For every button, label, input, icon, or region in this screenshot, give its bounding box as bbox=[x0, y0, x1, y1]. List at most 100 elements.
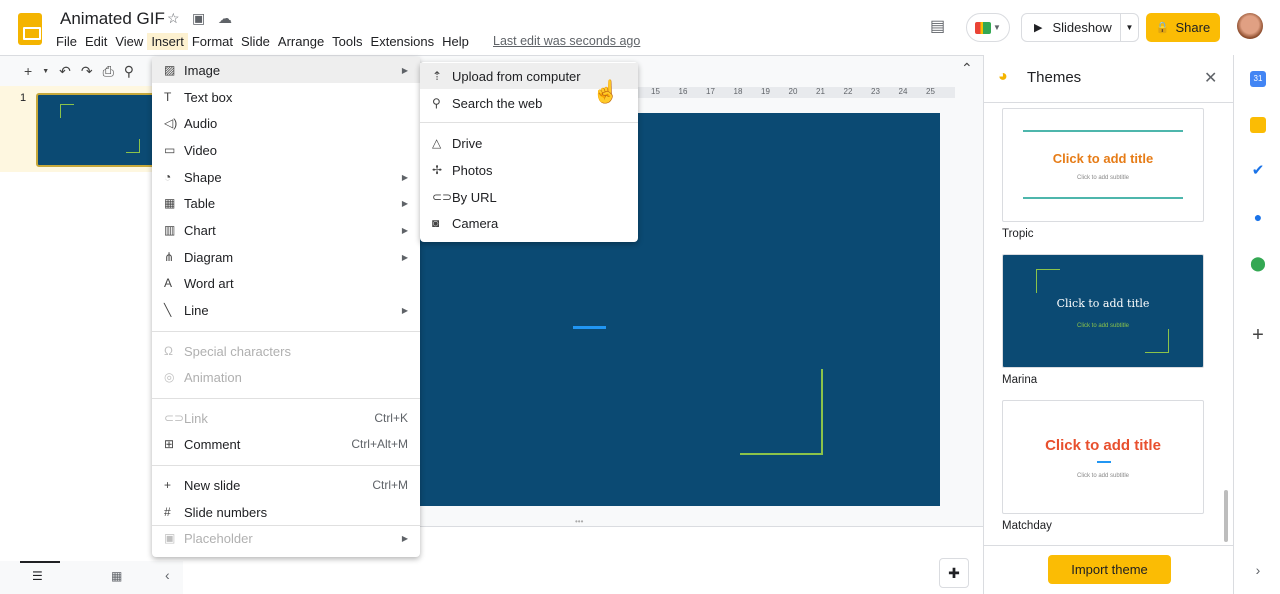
menu-item-by-url[interactable]: ⊂⊃ By URL bbox=[420, 184, 638, 210]
new-slide-icon[interactable]: + bbox=[24, 63, 32, 79]
submenu-arrow-icon: ▶ bbox=[401, 172, 408, 182]
menu-item-audio[interactable]: ◁) Audio bbox=[152, 110, 420, 136]
submenu-arrow-icon: ▶ bbox=[401, 305, 408, 315]
menu-tools[interactable]: Tools bbox=[328, 33, 366, 50]
menu-item-diagram[interactable]: ⋔ Diagram ▶ bbox=[152, 244, 420, 270]
diagram-icon: ⋔ bbox=[164, 250, 175, 264]
last-edit-link[interactable]: Last edit was seconds ago bbox=[493, 34, 640, 48]
menu-format[interactable]: Format bbox=[188, 33, 237, 50]
corner-decoration bbox=[740, 369, 823, 455]
top-bar: Animated GIF ☆ ▣ ☁ File Edit View Insert For… bbox=[0, 0, 1280, 55]
menu-item-slide-numbers[interactable]: # Slide numbers bbox=[152, 499, 420, 525]
slideshow-button[interactable]: ▶ Slideshow ▼ bbox=[1021, 13, 1139, 42]
cloud-status-icon[interactable]: ☁ bbox=[218, 10, 232, 27]
shortcut: Ctrl+M bbox=[372, 478, 408, 492]
star-icon[interactable]: ☆ bbox=[167, 10, 180, 27]
print-icon[interactable]: ⎙ bbox=[103, 63, 114, 80]
slide-thumbnail[interactable] bbox=[36, 93, 156, 167]
menu-extensions[interactable]: Extensions bbox=[367, 33, 439, 50]
close-icon[interactable]: ✕ bbox=[1204, 68, 1217, 88]
calendar-icon[interactable]: 31 bbox=[1250, 71, 1266, 87]
import-theme-button[interactable]: Import theme bbox=[1048, 555, 1171, 584]
theme-marina[interactable]: Click to add title Click to add subtitle bbox=[1002, 254, 1204, 368]
document-title[interactable]: Animated GIF bbox=[60, 9, 165, 29]
menu-item-label: Audio bbox=[184, 115, 218, 131]
comment-icon: ⊞ bbox=[164, 437, 175, 451]
menu-file[interactable]: File bbox=[52, 33, 81, 50]
menu-item-placeholder: ▣ Placeholder ▶ bbox=[152, 525, 420, 551]
filmstrip-view-icon[interactable]: ☰ bbox=[32, 569, 43, 583]
menu-item-comment[interactable]: ⊞ Comment Ctrl+Alt+M bbox=[152, 431, 420, 457]
expand-icon[interactable]: › bbox=[1250, 562, 1266, 578]
link-icon: ⊂⊃ bbox=[164, 411, 185, 425]
resize-handle[interactable]: ••• bbox=[575, 517, 583, 526]
image-icon: ▨ bbox=[164, 63, 176, 77]
view-indicator bbox=[20, 561, 60, 563]
menu-slide[interactable]: Slide bbox=[237, 33, 274, 50]
add-addon-icon[interactable]: + bbox=[1250, 325, 1266, 345]
menu-item-label: Video bbox=[184, 142, 218, 158]
drive-icon: △ bbox=[432, 136, 442, 150]
menu-insert[interactable]: Insert bbox=[147, 33, 188, 50]
meet-button[interactable]: ▼ bbox=[966, 13, 1010, 42]
menu-edit[interactable]: Edit bbox=[81, 33, 111, 50]
contacts-icon[interactable]: ● bbox=[1250, 209, 1266, 225]
avatar[interactable] bbox=[1237, 13, 1263, 39]
menu-item-text-box[interactable]: T Text box bbox=[152, 84, 420, 110]
video-icon: ▭ bbox=[164, 143, 176, 157]
menu-item-word-art[interactable]: A Word art bbox=[152, 270, 420, 296]
redo-icon[interactable]: ↷ bbox=[81, 63, 93, 80]
maps-icon[interactable]: ⬤ bbox=[1250, 255, 1266, 271]
menu-arrange[interactable]: Arrange bbox=[274, 33, 328, 50]
menu-item-new-slide[interactable]: + New slide Ctrl+M bbox=[152, 472, 420, 498]
slides-logo[interactable] bbox=[18, 13, 42, 45]
slideshow-dropdown[interactable]: ▼ bbox=[1120, 14, 1138, 41]
theme-name: Marina bbox=[1002, 374, 1038, 386]
shortcut: Ctrl+Alt+M bbox=[351, 437, 408, 451]
menu-item-label: Word art bbox=[184, 275, 234, 291]
theme-tropic[interactable]: Click to add title Click to add subtitle bbox=[1002, 108, 1204, 222]
ruler-tick: 19 bbox=[761, 87, 770, 96]
toolbar: + ▼ ↶ ↷ ⎙ ⚲ bbox=[18, 59, 153, 83]
menu-item-shape[interactable]: ◔ Shape ▶ bbox=[152, 164, 420, 190]
menu-item-label: New slide bbox=[184, 477, 241, 493]
collapse-filmstrip-icon[interactable]: ‹ bbox=[165, 567, 170, 583]
grid-view-icon[interactable]: ▦ bbox=[111, 569, 122, 583]
keep-icon[interactable] bbox=[1250, 117, 1266, 133]
menu-item-camera[interactable]: ◙ Camera bbox=[420, 210, 638, 236]
audio-icon: ◁) bbox=[164, 116, 178, 130]
menu-view[interactable]: View bbox=[111, 33, 147, 50]
chevron-down-icon[interactable]: ▼ bbox=[42, 68, 49, 75]
move-folder-icon[interactable]: ▣ bbox=[192, 10, 205, 27]
menu-help[interactable]: Help bbox=[438, 33, 473, 50]
undo-icon[interactable]: ↶ bbox=[59, 63, 71, 80]
tasks-icon[interactable]: ✔ bbox=[1250, 163, 1266, 179]
paint-format-icon[interactable]: ⚲ bbox=[124, 63, 134, 80]
menu-item-drive[interactable]: △ Drive bbox=[420, 130, 638, 156]
submenu-arrow-icon: ▶ bbox=[401, 198, 408, 208]
menu-item-table[interactable]: ▦ Table ▶ bbox=[152, 190, 420, 216]
animation-icon: ◎ bbox=[164, 370, 175, 384]
menu-item-label: Shape bbox=[184, 169, 222, 185]
menu-item-label: By URL bbox=[452, 189, 497, 205]
upload-icon: ⇡ bbox=[432, 69, 443, 83]
share-button[interactable]: 🔒 Share bbox=[1146, 13, 1220, 42]
menu-item-video[interactable]: ▭ Video bbox=[152, 137, 420, 163]
comments-icon[interactable]: ▤ bbox=[930, 16, 945, 36]
menu-item-photos[interactable]: ✢ Photos bbox=[420, 157, 638, 183]
scrollbar[interactable] bbox=[1224, 490, 1228, 542]
theme-matchday[interactable]: Click to add title Click to add subtitle bbox=[1002, 400, 1204, 514]
slide-number: 1 bbox=[20, 92, 27, 104]
omega-icon: Ω bbox=[164, 344, 173, 358]
menu-item-line[interactable]: ╲ Line ▶ bbox=[152, 297, 420, 323]
explore-button[interactable]: ✚ bbox=[939, 558, 969, 588]
ruler-tick: 17 bbox=[706, 87, 715, 96]
menu-item-chart[interactable]: ▥ Chart ▶ bbox=[152, 217, 420, 243]
menu-bar: File Edit View Insert Format Slide Arrange Tool… bbox=[52, 33, 473, 50]
meet-icon bbox=[975, 21, 992, 34]
menu-item-image[interactable]: ▨ Image ▶ bbox=[152, 57, 420, 83]
chart-icon: ▥ bbox=[164, 223, 176, 237]
collapse-toolbar-icon[interactable]: ⌃ bbox=[961, 60, 973, 77]
submenu-arrow-icon: ▶ bbox=[401, 533, 408, 543]
insert-menu: ▨ Image ▶ T Text box ◁) Audio ▭ Video ◔ Shape ▶ ▦ Tab… bbox=[152, 57, 420, 557]
